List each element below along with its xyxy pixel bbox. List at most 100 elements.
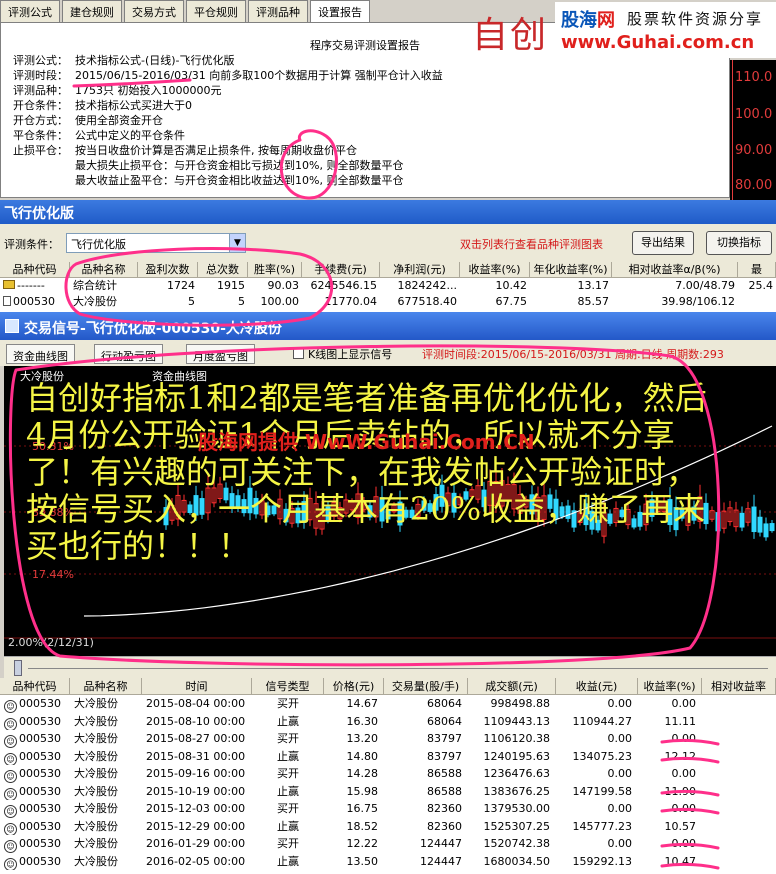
cell: 0.00	[607, 697, 633, 710]
cell: 0.00	[671, 767, 697, 780]
cell: 39.98/106.12	[661, 295, 735, 308]
scroll-thumb[interactable]	[14, 660, 22, 676]
table-row[interactable]: ☺ 000530 大冷股份 2015-10-19 00:00 止赢 15.98 86588 1…	[0, 783, 776, 800]
table-row[interactable]: ☺ 000530 大冷股份 2015-12-29 00:00 止赢 18.52 82360 1…	[0, 818, 776, 835]
brand-name-b: 网	[597, 10, 615, 31]
col-header[interactable]: 净利润(元)	[380, 262, 460, 277]
col-header[interactable]: 相对收益率α/β(%)	[612, 262, 738, 277]
tab-report[interactable]: 设置报告	[310, 0, 370, 22]
cell: 67.75	[495, 295, 528, 308]
cell: 90.03	[267, 279, 300, 292]
cell: 7.00/48.79	[675, 279, 735, 292]
col-header[interactable]: 相对收益率	[702, 678, 776, 694]
table-row[interactable]: ☺ 000530 大冷股份 2015-08-10 00:00 止赢 16.30 68064 1…	[0, 713, 776, 730]
report-line-label: 开仓方式：	[13, 114, 68, 127]
show-signals-checkbox[interactable]	[293, 348, 304, 359]
cell: 大冷股份	[74, 784, 118, 798]
switch-indicator-button[interactable]: 切换指标	[706, 231, 772, 255]
cell: 82360	[427, 819, 462, 833]
cell-text: 000530	[13, 295, 55, 308]
col-header[interactable]: 收益率(%)	[638, 678, 702, 694]
cell: 25.4	[748, 279, 774, 292]
cell: 2016-01-29 00:00	[146, 837, 246, 850]
cell: 大冷股份	[73, 295, 117, 308]
report-line-value: 技术指标公式-(日线)-飞行优化版	[75, 54, 235, 67]
chevron-down-icon[interactable]: ▼	[229, 234, 245, 252]
brand-url: www.Guhai.com.cn	[561, 32, 755, 53]
cell: 147199.58	[572, 784, 633, 798]
tab-formula[interactable]: 评测公式	[0, 0, 60, 22]
col-header[interactable]: 总次数	[198, 262, 248, 277]
col-header[interactable]: 最	[738, 262, 776, 277]
chart-y-label: 2.00%(2/12/31)	[8, 636, 94, 649]
tab-close-rules[interactable]: 平仓规则	[186, 0, 246, 22]
filter-select[interactable]: 飞行优化版 ▼	[66, 233, 246, 253]
window-title[interactable]: 飞行优化版	[0, 200, 776, 224]
col-header[interactable]: 价格(元)	[324, 678, 384, 694]
cell: 1106120.38	[483, 732, 550, 745]
cell	[702, 853, 776, 871]
cell: 买开	[277, 732, 299, 745]
tab-trade-pnl[interactable]: 行动盈亏图	[94, 344, 163, 364]
col-header[interactable]: 手续费(元)	[302, 262, 380, 277]
price-tick: 100.0	[735, 107, 773, 122]
tab-monthly-pnl[interactable]: 月度盈亏图	[186, 344, 255, 364]
cell: 85.57	[577, 295, 610, 308]
cell: 2016-02-05 00:00	[146, 854, 246, 868]
col-header[interactable]: 成交额(元)	[468, 678, 556, 694]
cell: 大冷股份	[74, 732, 118, 745]
tab-equity-curve[interactable]: 资金曲线图	[6, 344, 75, 364]
col-header[interactable]: 品种代码	[0, 678, 70, 694]
filter-value: 飞行优化版	[71, 238, 126, 251]
cell: 998498.88	[490, 697, 551, 710]
cell: 大冷股份	[74, 714, 118, 728]
list-hint: 双击列表行查看品种评测图表	[460, 238, 603, 251]
table-row[interactable]: ☺ 000530 大冷股份 2015-08-31 00:00 止赢 14.80 83797 1…	[0, 748, 776, 765]
filter-bar: 评测条件： 飞行优化版 ▼ 双击列表行查看品种评测图表 导出结果 切换指标	[0, 224, 776, 262]
col-header[interactable]: 收益率(%)	[460, 262, 530, 277]
export-button[interactable]: 导出结果	[632, 231, 694, 255]
col-header[interactable]: 品种名称	[70, 678, 142, 694]
col-header[interactable]: 时间	[142, 678, 252, 694]
table-row[interactable]: ☺ 000530 大冷股份 2016-02-05 00:00 止赢 13.50 124447…	[0, 853, 776, 871]
cell: 止赢	[277, 819, 299, 833]
col-header[interactable]: 收益(元)	[556, 678, 638, 694]
cell: 12.12	[664, 749, 697, 763]
table-row[interactable]: ------- 综合统计 1724 1915 90.03 6245546.15 …	[0, 278, 776, 294]
col-header[interactable]: 盈利次数	[138, 262, 198, 277]
report-line-label: 止损平仓：	[13, 144, 68, 157]
cell-code: ☺ 000530	[0, 695, 70, 713]
col-header[interactable]: 交易量(股/手)	[384, 678, 468, 694]
cell: 6245546.15	[310, 279, 377, 292]
cell: 11770.04	[324, 295, 378, 308]
cell: 2015-12-03 00:00	[146, 802, 246, 815]
table-row[interactable]: 000530 大冷股份 5 5 100.00 11770.04 677518.4…	[0, 294, 776, 310]
table-row[interactable]: ☺ 000530 大冷股份 2015-08-04 00:00 买开 14.67 68064 9…	[0, 695, 776, 713]
table-row[interactable]: ☺ 000530 大冷股份 2015-12-03 00:00 买开 16.75 82360 1…	[0, 800, 776, 818]
cell: 2015-12-29 00:00	[146, 819, 246, 833]
tab-open-rules[interactable]: 建仓规则	[62, 0, 122, 22]
col-header[interactable]: 品种代码	[0, 262, 70, 277]
table-row[interactable]: ☺ 000530 大冷股份 2016-01-29 00:00 买开 12.22 124447…	[0, 835, 776, 853]
cell: 买开	[277, 697, 299, 710]
chart-y-label: 17.44%	[32, 568, 74, 581]
col-header[interactable]: 信号类型	[252, 678, 324, 694]
smiley-icon: ☺	[4, 735, 17, 748]
cell-code: ☺ 000530	[0, 853, 70, 870]
tab-symbols[interactable]: 评测品种	[248, 0, 308, 22]
cell: 买开	[277, 802, 299, 815]
screenshot-root: 评测公式 建仓规则 交易方式 平仓规则 评测品种 设置报告 程序交易评测设置报告…	[0, 0, 776, 874]
chart-scrollbar[interactable]	[4, 656, 776, 678]
tab-trade-mode[interactable]: 交易方式	[124, 0, 184, 22]
cell: 5	[188, 295, 195, 308]
signals-window-title[interactable]: 交易信号-飞行优化版-000530-大冷股份	[0, 312, 776, 340]
col-header[interactable]: 胜率(%)	[248, 262, 302, 277]
brand-logo: 股海网	[561, 6, 615, 32]
table-row[interactable]: ☺ 000530 大冷股份 2015-08-27 00:00 买开 13.20 83797 1…	[0, 730, 776, 748]
signals-window-title-text: 交易信号-飞行优化版-000530-大冷股份	[24, 321, 282, 337]
cell: 2015-09-16 00:00	[146, 767, 246, 780]
report-line-label: 评测公式：	[13, 54, 68, 67]
table-row[interactable]: ☺ 000530 大冷股份 2015-09-16 00:00 买开 14.28 86588 1…	[0, 765, 776, 783]
col-header[interactable]: 年化收益率(%)	[530, 262, 612, 277]
col-header[interactable]: 品种名称	[70, 262, 138, 277]
